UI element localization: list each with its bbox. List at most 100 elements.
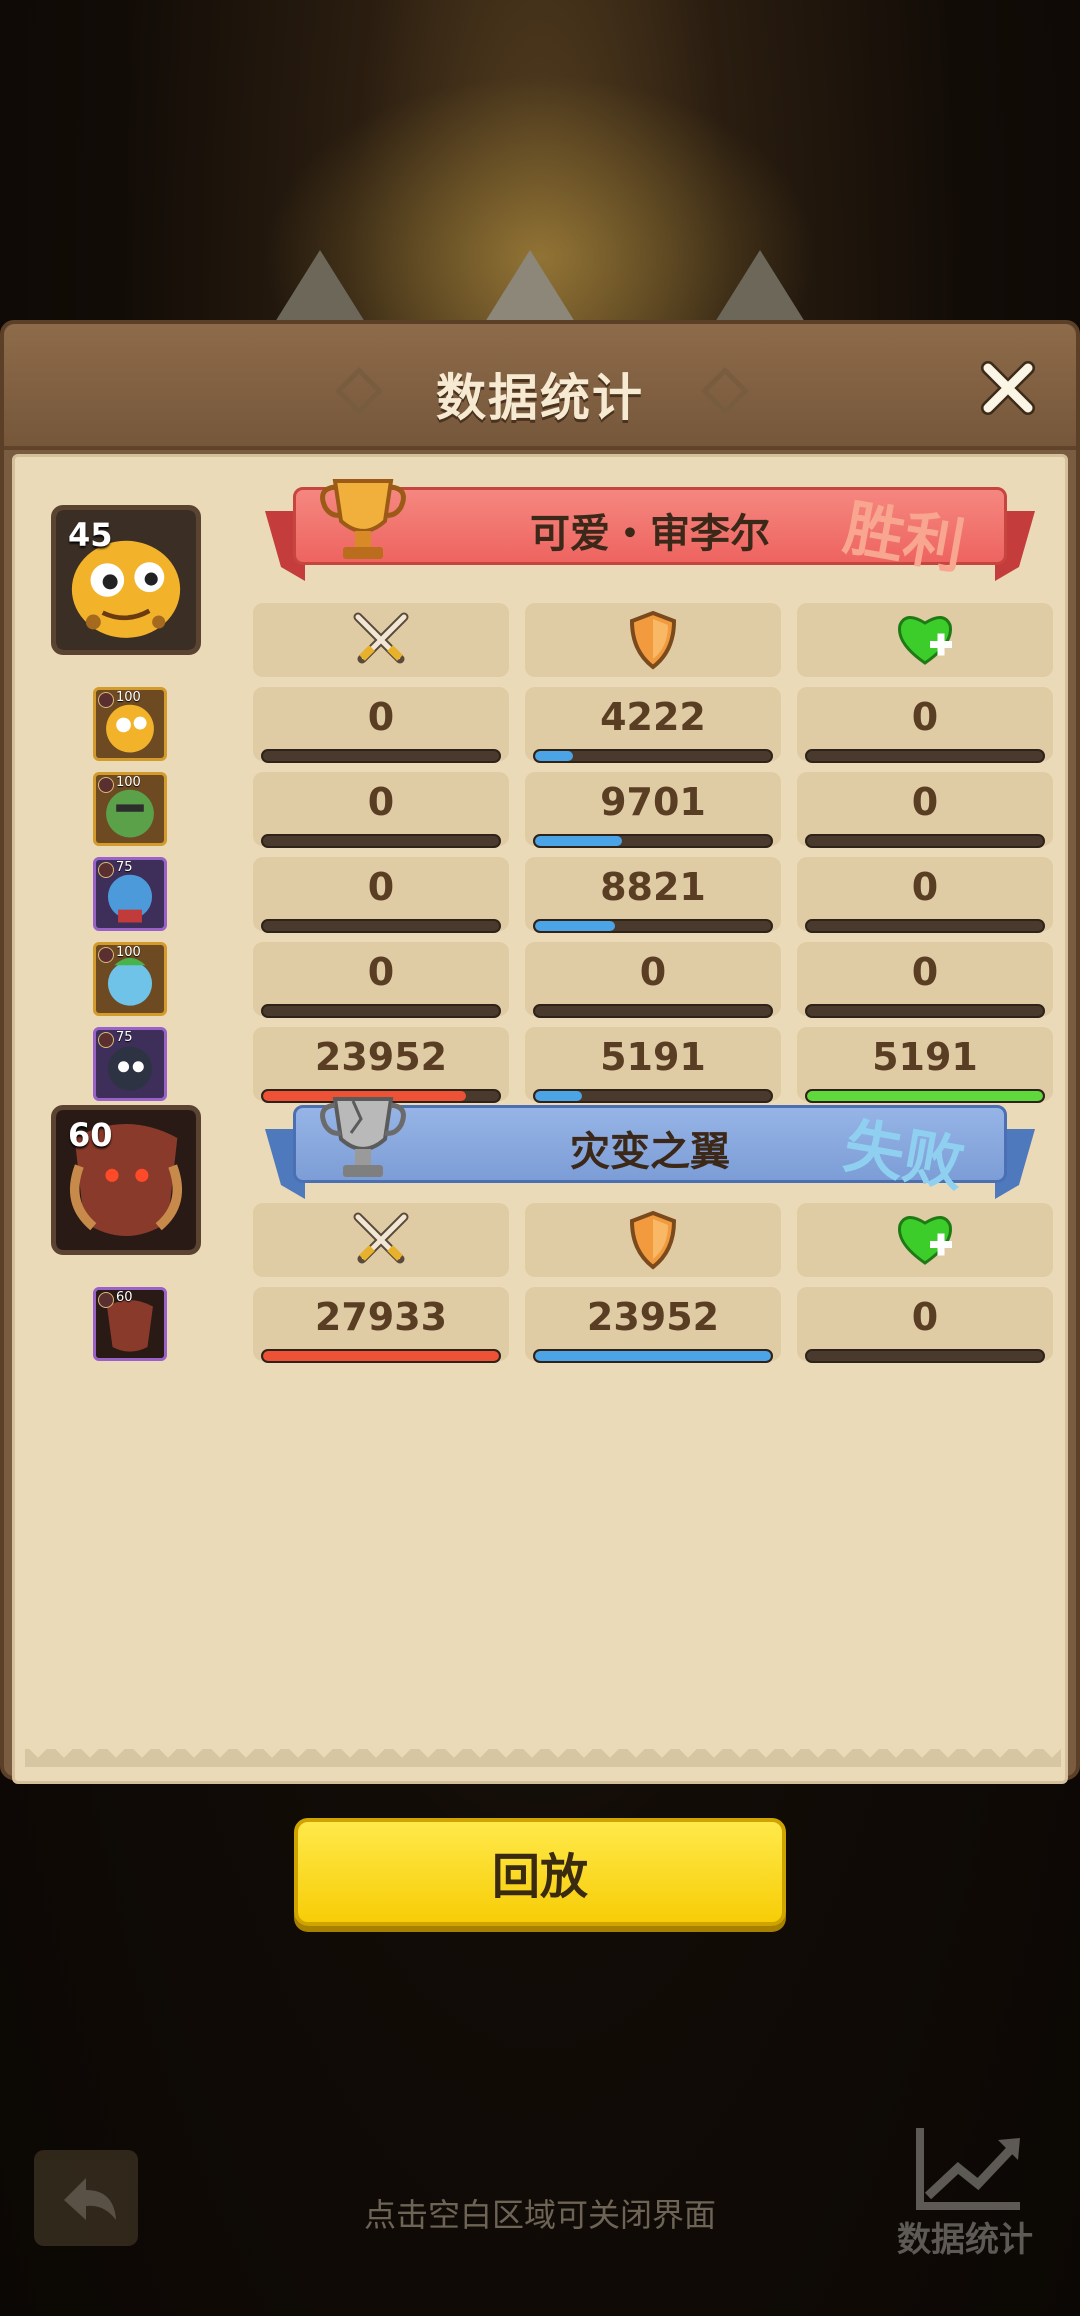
damage-bar [261, 749, 501, 763]
stat-header-row [253, 603, 1063, 677]
defense-bar [533, 1349, 773, 1363]
stat-header-row [253, 1203, 1063, 1277]
defense-bar [533, 834, 773, 848]
damage-cell: 0 [253, 942, 509, 1018]
heal-cell: 0 [797, 1287, 1053, 1363]
defense-cell: 8821 [525, 857, 781, 933]
background-peak [710, 250, 810, 330]
close-button[interactable] [970, 352, 1046, 424]
stat-bar-fill [535, 921, 616, 931]
hero-stat-row: 0 4222 0 [253, 687, 1063, 763]
background-peak [480, 250, 580, 330]
damage-cell: 0 [253, 857, 509, 933]
defense-value: 8821 [600, 865, 706, 909]
heal-icon [898, 616, 952, 665]
defense-bar [533, 919, 773, 933]
stat-header-defense [525, 603, 781, 677]
heal-value: 0 [911, 780, 939, 824]
defense-icon [629, 1210, 677, 1270]
defense-cell: 5191 [525, 1027, 781, 1103]
damage-value: 0 [367, 950, 395, 994]
replay-button[interactable]: 回放 [294, 1818, 786, 1926]
heal-value: 0 [911, 1295, 939, 1339]
heal-bar [805, 749, 1045, 763]
heal-value: 0 [911, 865, 939, 909]
defense-cell: 23952 [525, 1287, 781, 1363]
hero-thumbnail[interactable]: 100 [93, 687, 167, 761]
hero-thumbnail[interactable]: 100 [93, 942, 167, 1016]
damage-bar [261, 1004, 501, 1018]
damage-cell: 0 [253, 687, 509, 763]
stat-bar-fill [263, 1351, 499, 1361]
team-banner: 可爱・审李尔 胜利 [265, 479, 1035, 583]
hero-class-badge [98, 692, 114, 708]
heal-value: 5191 [872, 1035, 978, 1079]
stat-bar-fill [535, 1351, 771, 1361]
hero-class-badge [98, 1292, 114, 1308]
heal-bar [805, 919, 1045, 933]
hero-thumbnail[interactable]: 75 [93, 857, 167, 931]
damage-value: 23952 [314, 1035, 448, 1079]
damage-icon [353, 1212, 409, 1264]
hero-stat-row: 0 9701 0 [253, 772, 1063, 848]
heal-bar [805, 1089, 1045, 1103]
team-banner: 灾变之翼 失败 [265, 1097, 1035, 1201]
stats-shortcut-button[interactable]: 数据统计 [880, 2118, 1050, 2260]
stat-bar-fill [535, 836, 623, 846]
background-peak [270, 250, 370, 330]
stat-header-heal [797, 1203, 1053, 1277]
heal-value: 0 [911, 950, 939, 994]
panel-title: 数据统计 [436, 369, 644, 427]
heal-bar [805, 1349, 1045, 1363]
hero-class-badge [98, 862, 114, 878]
damage-value: 0 [367, 695, 395, 739]
hero-level: 100 [116, 775, 141, 790]
hero-class-badge [98, 1032, 114, 1048]
damage-icon [353, 612, 409, 664]
defense-value: 23952 [586, 1295, 720, 1339]
hero-thumbnail[interactable]: 100 [93, 772, 167, 846]
defense-cell: 4222 [525, 687, 781, 763]
panel-zigzag-border [25, 1749, 1061, 1767]
heal-cell: 0 [797, 942, 1053, 1018]
hero-stat-row: 0 8821 0 [253, 857, 1063, 933]
stat-bar-fill [807, 1091, 1043, 1101]
heal-icon [898, 1216, 952, 1265]
hero-thumbnail[interactable]: 60 [93, 1287, 167, 1361]
heal-bar [805, 1004, 1045, 1018]
hero-level: 75 [116, 1030, 133, 1045]
damage-bar [261, 1349, 501, 1363]
leader-portrait[interactable]: 60 [51, 1105, 201, 1255]
damage-bar [261, 919, 501, 933]
damage-value: 0 [367, 865, 395, 909]
defense-icon [629, 610, 677, 670]
stat-header-heal [797, 603, 1053, 677]
leader-portrait[interactable]: 45 [51, 505, 201, 655]
damage-cell: 0 [253, 772, 509, 848]
leader-level: 45 [68, 516, 113, 554]
stat-header-damage [253, 603, 509, 677]
stats-content: 45 可爱・审李尔 胜利 100 0 4222 0 100 0 9701 0 7… [12, 454, 1068, 1784]
damage-cell: 27933 [253, 1287, 509, 1363]
hero-level: 100 [116, 690, 141, 705]
leader-level: 60 [68, 1116, 113, 1154]
hero-stat-row: 27933 23952 0 [253, 1287, 1063, 1363]
defense-value: 9701 [600, 780, 706, 824]
hero-class-badge [98, 947, 114, 963]
stat-bar-fill [535, 751, 573, 761]
hero-thumbnail[interactable]: 75 [93, 1027, 167, 1101]
close-icon [981, 361, 1035, 415]
defense-cell: 0 [525, 942, 781, 1018]
defense-bar [533, 1004, 773, 1018]
hero-stat-row: 0 0 0 [253, 942, 1063, 1018]
battle-stats-panel: 数据统计 45 可爱・审李尔 胜利 100 0 4222 0 100 0 970… [0, 320, 1080, 1784]
defense-value: 4222 [600, 695, 706, 739]
defense-cell: 9701 [525, 772, 781, 848]
heal-cell: 5191 [797, 1027, 1053, 1103]
stat-bar-fill [535, 1091, 583, 1101]
defense-value: 0 [639, 950, 667, 994]
chart-trend-icon [916, 2128, 1020, 2210]
damage-value: 27933 [314, 1295, 448, 1339]
stat-header-defense [525, 1203, 781, 1277]
hero-class-badge [98, 777, 114, 793]
